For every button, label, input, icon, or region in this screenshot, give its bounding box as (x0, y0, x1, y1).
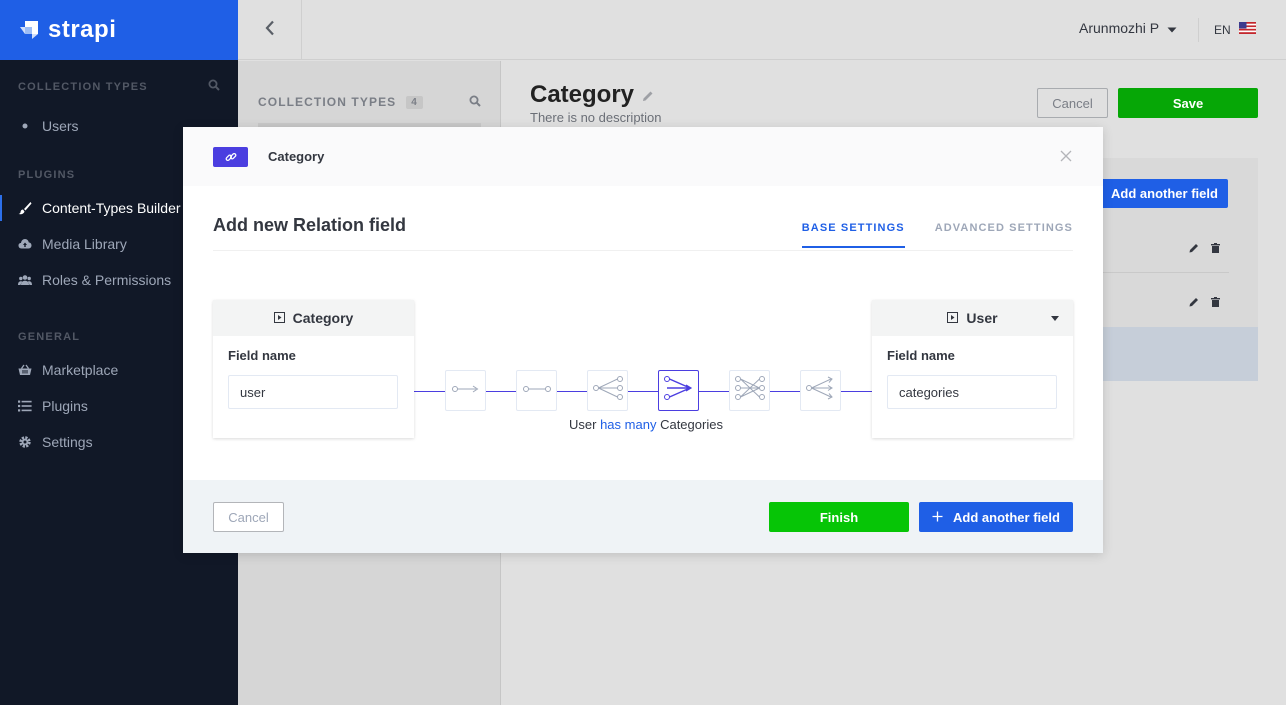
page-title: Category (530, 81, 654, 109)
tab-base-settings[interactable]: BASE SETTINGS (801, 222, 905, 248)
field-name-label: Field name (228, 348, 296, 363)
target-content-type-box: User Field name (872, 300, 1073, 438)
relation-modal: Category Add new Relation field BASE SET… (183, 127, 1103, 553)
many-to-one-relation-icon (663, 376, 694, 405)
relation-subject: User (569, 417, 597, 432)
content-type-icon (273, 310, 285, 326)
count-badge: 4 (406, 95, 423, 109)
us-flag-icon (1238, 22, 1256, 37)
plus-icon (932, 510, 943, 525)
relation-icon (213, 146, 248, 167)
relation-object: Categories (660, 417, 723, 432)
target-box-header[interactable]: User (872, 300, 1073, 336)
many-way-relation-icon (805, 376, 836, 405)
header-divider (1198, 18, 1199, 42)
language-selector[interactable]: EN (1214, 22, 1256, 37)
title-divider (213, 250, 1073, 251)
gear-icon (18, 435, 32, 449)
sidebar-item-label: Content-Types Builder (42, 200, 181, 216)
cloud-upload-icon (18, 237, 32, 251)
collection-types-heading: COLLECTION TYPES (18, 79, 220, 94)
relation-type-text: has many (600, 417, 657, 432)
many-to-many-relation-icon (734, 376, 765, 405)
search-icon[interactable] (208, 79, 220, 94)
source-content-type-box: Category Field name (213, 300, 414, 438)
cancel-button[interactable]: Cancel (1037, 88, 1108, 118)
strapi-logo-icon (18, 19, 40, 41)
bullet-icon (18, 119, 32, 133)
back-button[interactable] (238, 0, 302, 60)
modal-header-title: Category (268, 149, 325, 164)
modal-cancel-button[interactable]: Cancel (213, 502, 284, 532)
sidebar-item-label: Plugins (42, 398, 88, 414)
page-title-text: Category (530, 81, 635, 108)
field-row-actions (1189, 240, 1220, 258)
chevron-left-icon (265, 20, 275, 41)
close-icon[interactable] (1059, 149, 1073, 163)
target-field-name-input[interactable] (887, 375, 1057, 409)
basket-icon (18, 363, 32, 377)
caret-down-icon[interactable] (1051, 316, 1059, 321)
one-to-many-relation-icon (592, 376, 623, 405)
sidebar-item-label: Settings (42, 434, 93, 450)
field-row-actions (1189, 294, 1220, 312)
subnav-title: COLLECTION TYPES (258, 95, 397, 109)
tab-advanced-settings[interactable]: ADVANCED SETTINGS (935, 222, 1073, 248)
sidebar-item-label: Roles & Permissions (42, 272, 172, 288)
top-header: Arunmozhi P EN (238, 0, 1286, 60)
source-box-header: Category (213, 300, 414, 336)
add-another-field-label: Add another field (953, 509, 1060, 525)
subnav-heading: COLLECTION TYPES 4 (258, 95, 423, 109)
source-box-title: Category (292, 310, 354, 326)
sidebar-item-label: Media Library (42, 236, 127, 252)
sidebar-item-label: Marketplace (42, 362, 119, 378)
relation-many-way-button[interactable] (800, 370, 841, 411)
brand-header[interactable]: strapi (0, 0, 238, 60)
modal-title: Add new Relation field (213, 215, 407, 235)
modal-tabs: BASE SETTINGS ADVANCED SETTINGS (801, 222, 1073, 248)
brand-name: strapi (48, 16, 117, 43)
user-name: Arunmozhi P (1079, 20, 1160, 36)
fields-card-footer (1103, 327, 1258, 381)
save-button[interactable]: Save (1118, 88, 1258, 118)
relation-one-way-button[interactable] (445, 370, 486, 411)
brush-icon (18, 201, 32, 215)
relation-many-to-many-button[interactable] (729, 370, 770, 411)
list-icon (18, 399, 32, 413)
edit-icon[interactable] (1189, 294, 1199, 312)
page-description: There is no description (530, 110, 662, 125)
user-menu[interactable]: Arunmozhi P (1079, 20, 1177, 36)
one-way-relation-icon (451, 382, 480, 400)
one-to-one-relation-icon (522, 382, 551, 400)
modal-footer: Cancel Finish Add another field (183, 480, 1103, 553)
field-name-label: Field name (887, 348, 955, 363)
pencil-icon[interactable] (642, 81, 654, 109)
content-type-icon (947, 310, 959, 326)
relation-description: User has many Categories (569, 417, 723, 432)
collection-types-title: COLLECTION TYPES (18, 80, 148, 93)
caret-down-icon (1167, 20, 1177, 36)
add-another-field-button[interactable]: Add another field (1101, 179, 1228, 208)
trash-icon[interactable] (1211, 240, 1220, 258)
language-code: EN (1214, 22, 1231, 37)
relation-many-to-one-button[interactable] (658, 370, 699, 411)
source-field-name-input[interactable] (228, 375, 398, 409)
trash-icon[interactable] (1211, 294, 1220, 312)
add-another-field-button[interactable]: Add another field (919, 502, 1073, 532)
search-icon[interactable] (469, 94, 481, 112)
sidebar-item-label: Users (42, 118, 79, 134)
target-box-title: User (966, 310, 998, 326)
modal-header: Category (183, 127, 1103, 186)
relation-one-to-many-button[interactable] (587, 370, 628, 411)
field-row-divider (1103, 272, 1229, 273)
edit-icon[interactable] (1189, 240, 1199, 258)
finish-button[interactable]: Finish (769, 502, 909, 532)
users-icon (18, 273, 32, 287)
relation-one-to-one-button[interactable] (516, 370, 557, 411)
